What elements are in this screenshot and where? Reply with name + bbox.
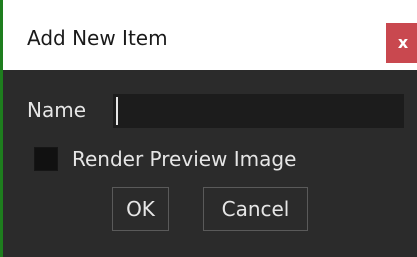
text-caret — [116, 97, 118, 125]
name-label: Name — [27, 98, 87, 122]
cancel-button[interactable]: Cancel — [203, 187, 308, 231]
dialog-title: Add New Item — [27, 26, 168, 50]
render-preview-checkbox[interactable] — [34, 147, 58, 171]
dialog-body: Name Render Preview Image OK Cancel — [0, 70, 417, 257]
render-preview-label[interactable]: Render Preview Image — [72, 146, 296, 172]
dialog-titlebar: Add New Item x — [0, 0, 417, 70]
add-new-item-dialog: Add New Item x Name Render Preview Image… — [0, 0, 417, 257]
name-input[interactable] — [113, 94, 404, 128]
ok-button[interactable]: OK — [112, 187, 169, 231]
close-button[interactable]: x — [386, 23, 417, 63]
